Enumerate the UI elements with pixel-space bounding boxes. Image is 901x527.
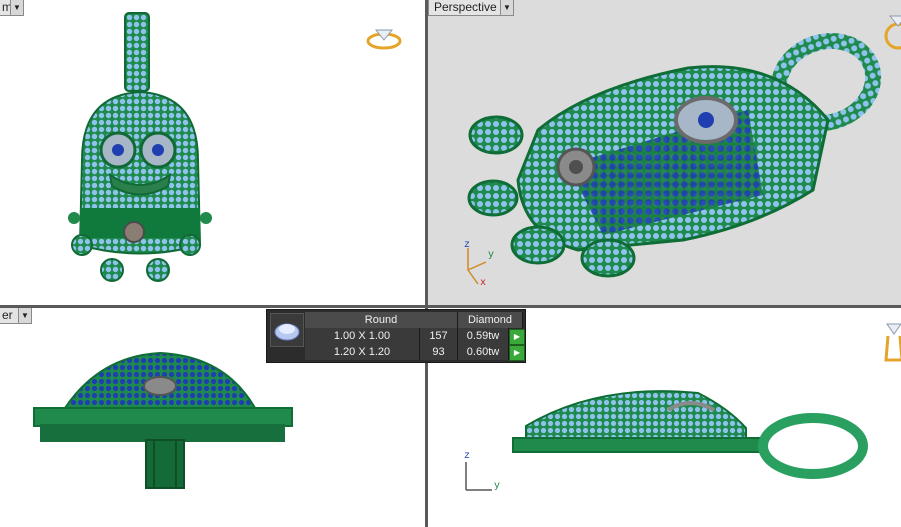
gem-size: 1.00 X 1.00 <box>305 328 420 344</box>
axis-z-label: z <box>464 240 471 251</box>
axis-x-label: x <box>480 278 487 289</box>
gem-weight: 0.59tw <box>458 328 509 344</box>
gem-weight: 0.60tw <box>458 344 509 360</box>
perspective-viewport[interactable]: Perspective ▼ z y x <box>428 0 901 305</box>
top-view-model <box>68 12 212 282</box>
axis-y-label: y <box>494 481 501 492</box>
play-arrow-icon[interactable]: ▶ <box>509 345 525 361</box>
play-arrow-icon[interactable]: ▶ <box>509 329 525 345</box>
diamond-ring-icon <box>366 29 402 50</box>
type-header: Diamond <box>458 312 523 328</box>
gem-count: 157 <box>420 328 458 344</box>
axis-z-label: z <box>464 451 471 462</box>
axis-y-label: y <box>488 250 495 261</box>
axis-labels: z y <box>464 451 504 495</box>
gem-size: 1.20 X 1.20 <box>305 344 420 360</box>
gem-panel-header: Round Diamond <box>305 312 523 328</box>
diamond-ring-icon <box>884 323 901 362</box>
gem-row-2: 1.20 X 1.20 93 0.60tw ▶ <box>305 344 525 361</box>
gem-count: 93 <box>420 344 458 360</box>
axis-labels: z y x <box>462 240 502 292</box>
diamond-ring-icon <box>884 15 901 50</box>
top-viewport[interactable]: m ▼ <box>0 0 425 305</box>
shape-header: Round <box>305 312 458 328</box>
round-gem-thumbnail-icon <box>270 313 304 347</box>
gem-row-1: 1.00 X 1.00 157 0.59tw ▶ <box>305 328 525 345</box>
gem-stats-panel: Round Diamond 1.00 X 1.00 157 0.59tw ▶ 1… <box>266 309 526 363</box>
